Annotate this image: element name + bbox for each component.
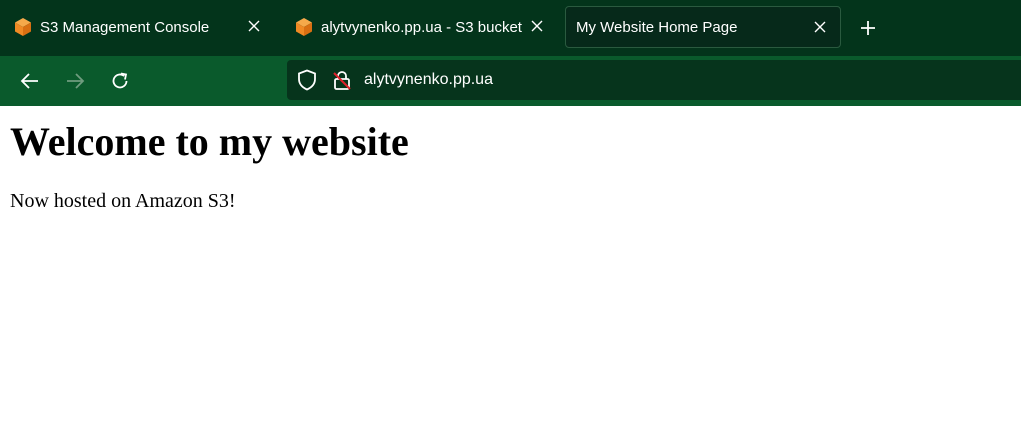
close-tab-icon[interactable] — [525, 14, 549, 38]
arrow-left-icon — [20, 73, 38, 89]
back-button[interactable] — [16, 67, 44, 95]
tab-title: alytvynenko.pp.ua - S3 bucket — [321, 18, 522, 36]
aws-s3-cube-icon — [296, 18, 312, 36]
url-text[interactable]: alytvynenko.pp.ua — [364, 71, 493, 89]
tab-my-website-home-page[interactable]: My Website Home Page — [565, 6, 841, 48]
close-tab-icon[interactable] — [808, 15, 832, 39]
page-paragraph: Now hosted on Amazon S3! — [10, 190, 236, 212]
forward-button[interactable] — [61, 67, 89, 95]
tab-s3-management-console[interactable]: S3 Management Console — [6, 6, 274, 48]
close-tab-icon[interactable] — [242, 14, 266, 38]
page-heading: Welcome to my website — [10, 119, 409, 164]
tab-title: My Website Home Page — [576, 18, 738, 36]
arrow-right-icon — [67, 73, 85, 89]
insecure-lock-icon[interactable] — [331, 69, 353, 91]
tab-s3-bucket[interactable]: alytvynenko.pp.ua - S3 bucket — [287, 6, 557, 48]
address-bar[interactable]: alytvynenko.pp.ua — [287, 60, 1021, 100]
aws-s3-cube-icon — [15, 18, 31, 36]
navigation-toolbar: alytvynenko.pp.ua — [0, 56, 1021, 106]
plus-icon — [861, 21, 875, 35]
tab-bar: S3 Management Console alytvynenko.pp.ua … — [0, 0, 1021, 56]
tab-title: S3 Management Console — [40, 18, 210, 36]
new-tab-button[interactable] — [854, 14, 882, 42]
page-content: Welcome to my website Now hosted on Amaz… — [0, 106, 1021, 426]
shield-icon[interactable] — [297, 69, 317, 91]
reload-icon — [112, 72, 128, 89]
reload-button[interactable] — [106, 67, 134, 95]
